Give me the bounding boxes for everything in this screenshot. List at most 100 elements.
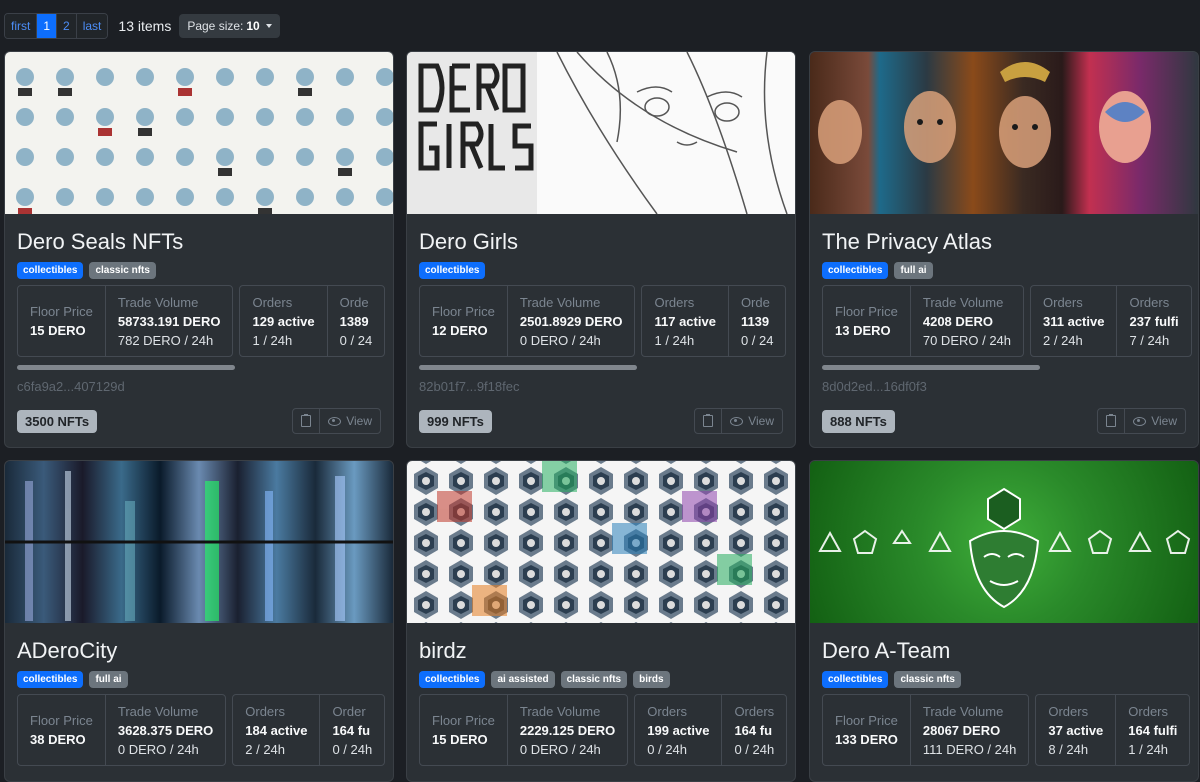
trade-volume-label: Trade Volume xyxy=(922,703,1004,719)
nft-count-badge: 999 NFTs xyxy=(419,410,492,433)
trade-volume-total: 2501.8929 DERO xyxy=(519,313,623,329)
stat-group-price-volume: Floor Price 12 DERO Trade Volume 2501.89… xyxy=(419,285,636,357)
orders-fulfilled: 1139 xyxy=(740,313,770,329)
orders-fulfilled-stat: Orde 1139 0 / 24 xyxy=(727,286,786,356)
trade-volume-total: 3628.375 DERO xyxy=(117,722,214,738)
pagination: first 1 2 last xyxy=(4,13,109,39)
stats-row[interactable]: Floor Price 15 DERO Trade Volume 2229.12… xyxy=(419,694,794,766)
collection-title[interactable]: birdz xyxy=(419,638,467,664)
floor-price-label: Floor Price xyxy=(30,304,93,319)
page-size-dropdown[interactable]: Page size: 10 xyxy=(179,14,280,38)
stats-row[interactable]: Floor Price 38 DERO Trade Volume 3628.37… xyxy=(17,694,392,766)
horizontal-scrollbar[interactable] xyxy=(822,365,1040,370)
collection-image[interactable] xyxy=(5,461,393,623)
stats-row[interactable]: Floor Price 133 DERO Trade Volume 28067 … xyxy=(822,694,1197,766)
page-first-link[interactable]: first xyxy=(5,14,38,38)
floor-price-stat: Floor Price 15 DERO xyxy=(420,695,507,765)
card-actions: View xyxy=(292,408,381,434)
orders-fulfilled-stat: Orders 164 fu 0 / 24h xyxy=(721,695,786,765)
contract-address: 8d0d2ed...16df0f3 xyxy=(822,379,927,394)
trade-volume-24h: 0 DERO / 24h xyxy=(519,332,601,348)
ateam-art xyxy=(818,487,1191,609)
copy-address-button[interactable] xyxy=(293,409,319,433)
collection-title[interactable]: Dero Girls xyxy=(419,229,518,255)
collection-card: Dero Seals NFTs collectibles classic nft… xyxy=(4,51,394,448)
clipboard-icon xyxy=(301,414,312,427)
card-actions: View xyxy=(694,408,783,434)
floor-price-value: 133 DERO xyxy=(835,732,898,747)
orders-label: Orders xyxy=(1043,294,1083,310)
collection-image[interactable] xyxy=(407,52,795,214)
collection-image[interactable] xyxy=(5,52,393,214)
girls-art xyxy=(407,52,795,214)
trade-volume-total: 2229.125 DERO xyxy=(519,722,616,738)
orders-label: Order xyxy=(332,703,366,719)
trade-volume-stat: Trade Volume 58733.191 DERO 782 DERO / 2… xyxy=(104,286,233,356)
seals-art xyxy=(16,68,393,214)
floor-price-value: 13 DERO xyxy=(835,323,891,338)
collection-image[interactable] xyxy=(407,461,795,623)
collection-title[interactable]: Dero Seals NFTs xyxy=(17,229,183,255)
trade-volume-label: Trade Volume xyxy=(117,294,199,310)
nft-count-badge: 3500 NFTs xyxy=(17,410,98,433)
stat-group-orders: Orders 37 active 8 / 24h Orders 164 fulf… xyxy=(1035,694,1191,766)
page-size-value: 10 xyxy=(246,19,260,33)
trade-volume-24h: 0 DERO / 24h xyxy=(519,741,601,757)
view-label: View xyxy=(748,414,774,428)
page-last-link[interactable]: last xyxy=(76,14,108,38)
orders-fulfilled-24h: 0 / 24 xyxy=(339,332,373,348)
trade-volume-total: 28067 DERO xyxy=(922,722,1001,738)
orders-label: Orde xyxy=(339,294,369,310)
orders-fulfilled: 164 fulfi xyxy=(1128,722,1178,738)
stat-group-orders: Orders 117 active 1 / 24h Orde 1139 0 / … xyxy=(641,285,787,357)
view-button[interactable]: View xyxy=(319,409,380,433)
view-button[interactable]: View xyxy=(721,409,782,433)
trade-volume-total: 58733.191 DERO xyxy=(117,313,221,329)
view-label: View xyxy=(1151,414,1177,428)
page-2-link[interactable]: 2 xyxy=(57,14,77,38)
stat-group-orders: Orders 129 active 1 / 24h Orde 1389 0 / … xyxy=(239,285,386,357)
trade-volume-label: Trade Volume xyxy=(519,294,601,310)
stats-row[interactable]: Floor Price 15 DERO Trade Volume 58733.1… xyxy=(17,285,392,357)
page-1-link[interactable]: 1 xyxy=(37,14,58,38)
trade-volume-stat: Trade Volume 2501.8929 DERO 0 DERO / 24h xyxy=(506,286,635,356)
copy-address-button[interactable] xyxy=(1098,409,1124,433)
orders-active: 199 active xyxy=(647,722,710,738)
floor-price-value: 15 DERO xyxy=(432,732,488,747)
tag-badge: classic nfts xyxy=(894,671,961,688)
collection-image[interactable] xyxy=(810,461,1198,623)
stat-group-price-volume: Floor Price 38 DERO Trade Volume 3628.37… xyxy=(17,694,227,766)
tag-list: collectibles full ai xyxy=(17,671,128,688)
collection-title[interactable]: Dero A-Team xyxy=(822,638,950,664)
horizontal-scrollbar[interactable] xyxy=(17,365,235,370)
card-actions: View xyxy=(1097,408,1186,434)
clipboard-icon xyxy=(1106,414,1117,427)
collection-title[interactable]: ADeroCity xyxy=(17,638,117,664)
collection-image[interactable] xyxy=(810,52,1198,214)
floor-price-stat: Floor Price 12 DERO xyxy=(420,286,507,356)
orders-active: 129 active xyxy=(252,313,315,329)
orders-24h: 1 / 24h xyxy=(252,332,293,348)
orders-label: Orders xyxy=(1128,703,1169,719)
collection-title[interactable]: The Privacy Atlas xyxy=(822,229,992,255)
tag-badge: collectibles xyxy=(822,671,889,688)
orders-stat: Orders 117 active 1 / 24h xyxy=(642,286,727,356)
tag-badge: full ai xyxy=(89,671,128,688)
view-button[interactable]: View xyxy=(1124,409,1185,433)
collection-card: The Privacy Atlas collectibles full ai F… xyxy=(809,51,1199,448)
trade-volume-24h: 70 DERO / 24h xyxy=(922,332,1012,348)
orders-label: Orders xyxy=(1048,703,1089,719)
stats-row[interactable]: Floor Price 12 DERO Trade Volume 2501.89… xyxy=(419,285,794,357)
stat-group-orders: Orders 184 active 2 / 24h Order 164 fu 0… xyxy=(232,694,386,766)
horizontal-scrollbar[interactable] xyxy=(419,365,637,370)
floor-price-value: 12 DERO xyxy=(432,323,488,338)
stats-row[interactable]: Floor Price 13 DERO Trade Volume 4208 DE… xyxy=(822,285,1197,357)
tag-list: collectibles classic nfts xyxy=(17,262,156,279)
copy-address-button[interactable] xyxy=(695,409,721,433)
contract-address: c6fa9a2...407129d xyxy=(17,379,125,394)
floor-price-label: Floor Price xyxy=(30,713,93,728)
eye-icon xyxy=(730,416,744,426)
orders-label: Orders xyxy=(245,703,285,719)
orders-active: 311 active xyxy=(1043,313,1105,329)
orders-label: Orde xyxy=(740,294,770,310)
